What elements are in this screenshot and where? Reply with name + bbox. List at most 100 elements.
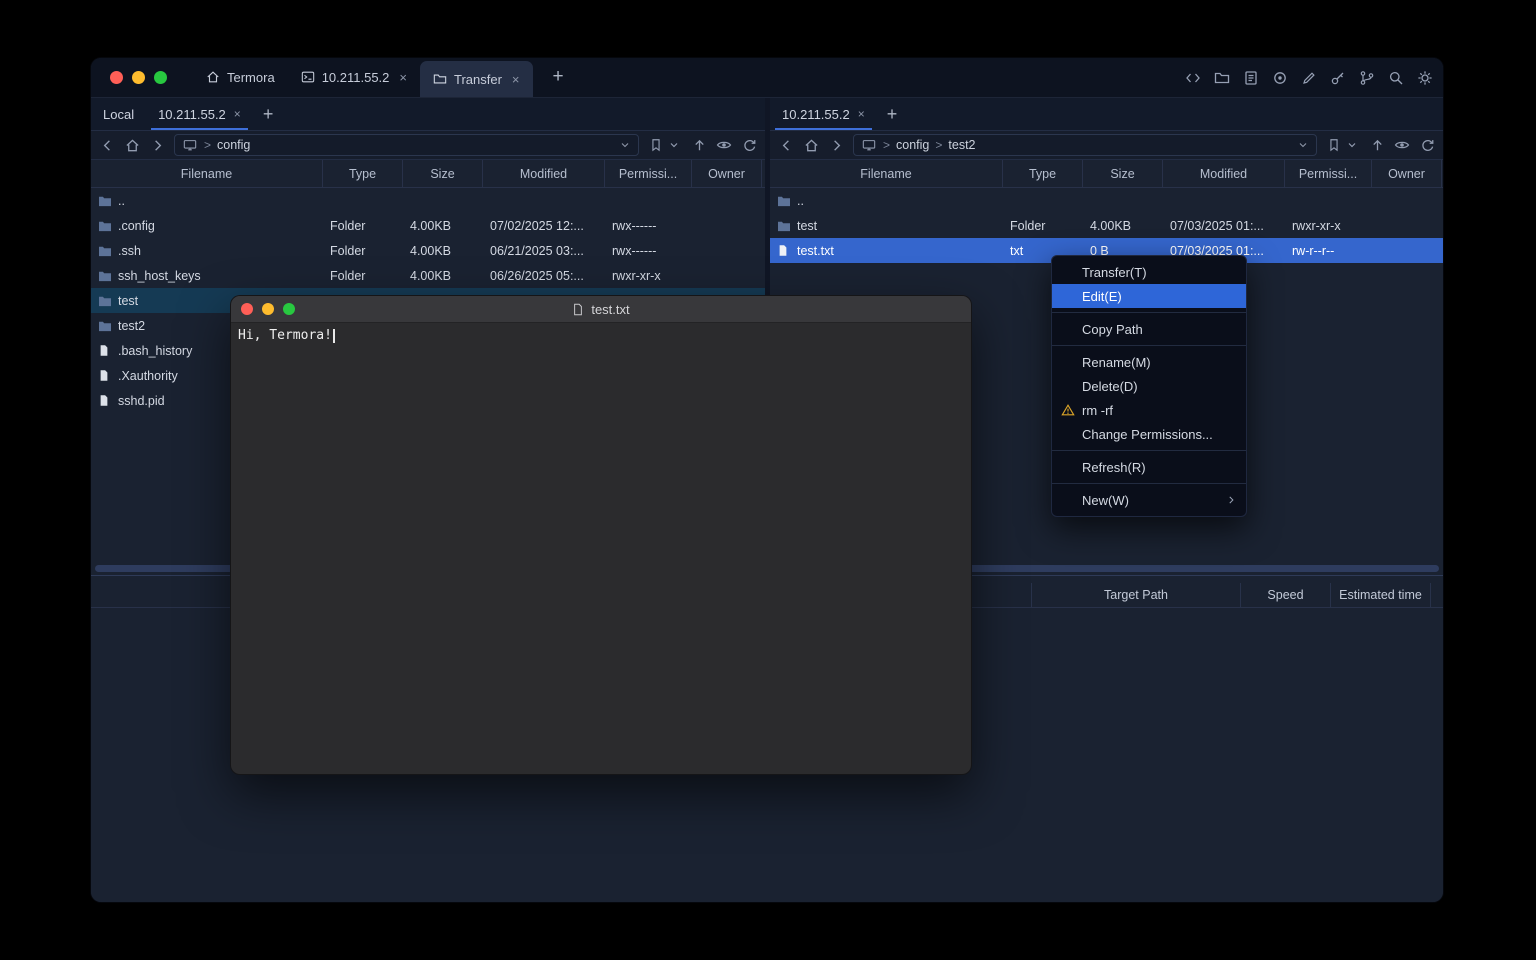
editor-titlebar[interactable]: test.txt xyxy=(231,296,971,323)
breadcrumb-segment[interactable]: config xyxy=(896,138,929,152)
column-type[interactable]: Type xyxy=(323,160,403,187)
git-branch-icon[interactable] xyxy=(1358,70,1375,87)
add-pane-tab-button[interactable]: + xyxy=(877,98,908,130)
file-row[interactable]: ssh_host_keys Folder 4.00KB 06/26/2025 0… xyxy=(91,263,765,288)
minimize-window-button[interactable] xyxy=(132,71,145,84)
menu-item-delete[interactable]: Delete(D) xyxy=(1052,374,1246,398)
chevron-down-icon[interactable] xyxy=(1297,139,1309,151)
bookmark-dropdown[interactable] xyxy=(648,137,682,153)
file-row[interactable]: .ssh Folder 4.00KB 06/21/2025 03:... rwx… xyxy=(91,238,765,263)
column-filename[interactable]: Filename xyxy=(91,160,323,187)
column-size[interactable]: Size xyxy=(1083,160,1163,187)
chevron-down-icon[interactable] xyxy=(619,139,631,151)
column-permissions[interactable]: Permissi... xyxy=(605,160,692,187)
minimize-window-button[interactable] xyxy=(262,303,274,315)
menu-item-copy-path[interactable]: Copy Path xyxy=(1052,317,1246,341)
filename-cell: test.txt xyxy=(770,244,1003,258)
folder-icon[interactable] xyxy=(1213,70,1230,87)
column-size[interactable]: Size xyxy=(403,160,483,187)
pane-tab-host[interactable]: 10.211.55.2 × xyxy=(146,98,253,130)
column-owner[interactable]: Owner xyxy=(1372,160,1442,187)
record-icon[interactable] xyxy=(1271,70,1288,87)
new-tab-button[interactable]: + xyxy=(547,58,570,97)
column-permissions[interactable]: Permissi... xyxy=(1285,160,1372,187)
refresh-icon[interactable] xyxy=(741,137,757,153)
column-modified[interactable]: Modified xyxy=(1163,160,1285,187)
tab-label: 10.211.55.2 xyxy=(322,70,390,85)
close-window-button[interactable] xyxy=(110,71,123,84)
close-tab-icon[interactable]: × xyxy=(399,70,407,85)
up-directory-icon[interactable] xyxy=(691,137,707,153)
permissions-cell: rwxr-xr-x xyxy=(605,269,692,283)
menu-item-refresh[interactable]: Refresh(R) xyxy=(1052,455,1246,479)
menu-item-label: rm -rf xyxy=(1082,403,1113,418)
file-row[interactable]: .. xyxy=(770,188,1443,213)
pane-tab-host[interactable]: 10.211.55.2 × xyxy=(770,98,877,130)
bookmark-dropdown[interactable] xyxy=(1326,137,1360,153)
column-type[interactable]: Type xyxy=(1003,160,1083,187)
pencil-icon[interactable] xyxy=(1300,70,1317,87)
forward-icon[interactable] xyxy=(828,137,844,153)
menu-item-new[interactable]: New(W) xyxy=(1052,488,1246,512)
back-icon[interactable] xyxy=(778,137,794,153)
home-icon xyxy=(206,71,220,84)
folder-icon xyxy=(98,219,112,232)
file-icon xyxy=(572,303,586,316)
path-bar[interactable]: > config xyxy=(174,134,639,156)
back-icon[interactable] xyxy=(99,137,115,153)
up-directory-icon[interactable] xyxy=(1369,137,1385,153)
menu-item-change-permissions[interactable]: Change Permissions... xyxy=(1052,422,1246,446)
settings-gear-icon[interactable] xyxy=(1416,70,1433,87)
show-hidden-eye-icon[interactable] xyxy=(1394,137,1410,153)
editor-content[interactable]: Hi, Termora! xyxy=(231,323,971,348)
zoom-window-button[interactable] xyxy=(154,71,167,84)
zoom-window-button[interactable] xyxy=(283,303,295,315)
column-estimated-time[interactable]: Estimated time xyxy=(1330,583,1430,607)
tab-transfer[interactable]: Transfer × xyxy=(420,61,533,97)
editor-title: test.txt xyxy=(231,302,971,317)
menu-item-rm-rf[interactable]: rm -rf xyxy=(1052,398,1246,422)
modified-cell: 06/21/2025 03:... xyxy=(483,244,605,258)
breadcrumb-segment[interactable]: config xyxy=(217,138,250,152)
type-cell: Folder xyxy=(1003,219,1083,233)
file-row[interactable]: .. xyxy=(91,188,765,213)
breadcrumb-separator: > xyxy=(204,138,211,152)
pane-tab-local[interactable]: Local xyxy=(91,98,146,130)
search-icon[interactable] xyxy=(1387,70,1404,87)
home-icon[interactable] xyxy=(124,137,140,153)
column-target-path[interactable]: Target Path xyxy=(1031,583,1240,607)
menu-item-edit[interactable]: Edit(E) xyxy=(1052,284,1246,308)
add-pane-tab-button[interactable]: + xyxy=(253,98,284,130)
close-tab-icon[interactable]: × xyxy=(234,107,241,121)
tab-termora[interactable]: Termora xyxy=(193,58,288,97)
close-tab-icon[interactable]: × xyxy=(512,72,520,87)
forward-icon[interactable] xyxy=(149,137,165,153)
close-tab-icon[interactable]: × xyxy=(858,107,865,121)
menu-item-label: New(W) xyxy=(1082,493,1129,508)
home-icon[interactable] xyxy=(803,137,819,153)
notes-icon[interactable] xyxy=(1242,70,1259,87)
menu-item-rename[interactable]: Rename(M) xyxy=(1052,350,1246,374)
column-modified[interactable]: Modified xyxy=(483,160,605,187)
show-hidden-eye-icon[interactable] xyxy=(716,137,732,153)
column-speed[interactable]: Speed xyxy=(1240,583,1330,607)
tab-host-terminal[interactable]: 10.211.55.2 × xyxy=(288,58,420,97)
code-icon[interactable] xyxy=(1184,70,1201,87)
filename-cell: .. xyxy=(91,194,323,208)
close-window-button[interactable] xyxy=(241,303,253,315)
file-row[interactable]: test Folder 4.00KB 07/03/2025 01:... rwx… xyxy=(770,213,1443,238)
path-bar[interactable]: > config > test2 xyxy=(853,134,1317,156)
right-navbar: > config > test2 xyxy=(770,131,1443,160)
tab-label: Termora xyxy=(227,70,275,85)
folder-icon xyxy=(98,294,112,307)
column-owner[interactable]: Owner xyxy=(692,160,762,187)
menu-item-transfer[interactable]: Transfer(T) xyxy=(1052,260,1246,284)
refresh-icon[interactable] xyxy=(1419,137,1435,153)
tab-label: 10.211.55.2 xyxy=(782,107,850,122)
file-row[interactable]: .config Folder 4.00KB 07/02/2025 12:... … xyxy=(91,213,765,238)
left-pane-tabs: Local 10.211.55.2 × + xyxy=(91,98,765,131)
column-filename[interactable]: Filename xyxy=(770,160,1003,187)
breadcrumb-segment[interactable]: test2 xyxy=(948,138,975,152)
key-icon[interactable] xyxy=(1329,70,1346,87)
type-cell: Folder xyxy=(323,269,403,283)
